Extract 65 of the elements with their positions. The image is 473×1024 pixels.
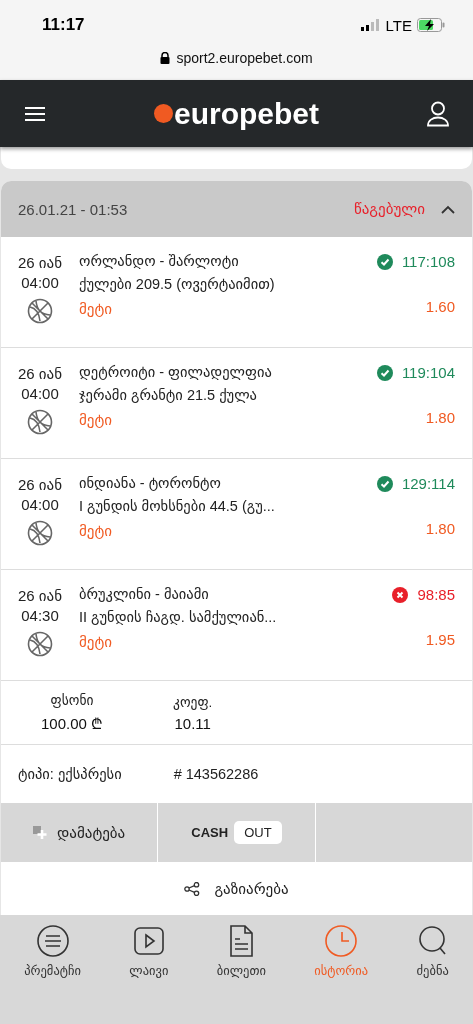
out-pill: OUT	[234, 821, 282, 844]
event-time: 04:00	[21, 495, 59, 515]
selection-odds: 1.80	[425, 409, 455, 426]
add-icon	[33, 825, 48, 840]
search-icon	[416, 925, 449, 957]
battery-icon	[417, 18, 445, 32]
event-date: 26 იან	[17, 586, 63, 606]
market-name: ჯერამი გრანტი 21.5 ქულა	[79, 387, 258, 403]
share-icon	[184, 881, 201, 896]
logo-dot	[154, 104, 173, 123]
event-time: 04:00	[21, 384, 59, 404]
lock-icon	[160, 52, 171, 64]
play-icon	[132, 925, 165, 957]
list-icon	[36, 925, 69, 957]
logo-text[interactable]: europebet	[174, 98, 319, 129]
menu-icon[interactable]	[24, 105, 46, 122]
bet-header[interactable]: 26.01.21 - 01:53 წაგებული	[1, 181, 472, 237]
basketball-icon	[27, 298, 53, 324]
nav-tab[interactable]: ძებნა	[416, 925, 449, 978]
total-odds: 10.11	[174, 714, 211, 732]
network-label: LTE	[385, 16, 412, 34]
bet-number: # 143562286	[173, 766, 259, 782]
event-date: 26 იან	[17, 253, 63, 273]
stake-label: ფსონი	[50, 692, 94, 708]
bet-status: წაგებული	[353, 200, 425, 218]
selection-odds: 1.95	[425, 631, 455, 648]
market-name: ქულები 209.5 (ოვერტაიმით)	[79, 276, 276, 292]
selection-odds: 1.60	[425, 298, 455, 315]
market-name: I გუნდის მოხსნები 44.5 (გუ...	[79, 498, 276, 514]
basketball-icon	[27, 409, 53, 435]
address-url[interactable]: sport2.europebet.com	[160, 50, 313, 66]
final-score: 119:104	[401, 364, 455, 381]
basketball-icon	[27, 520, 53, 546]
event-teams: დეტროიტი - ფილადელფია	[79, 364, 273, 380]
pick-label: მეტი	[79, 300, 114, 318]
event-teams: ბრუკლინი - მაიამი	[79, 586, 210, 602]
clock-icon	[325, 925, 358, 957]
basketball-icon	[27, 631, 53, 657]
pick-label: მეტი	[79, 411, 114, 429]
selection-odds: 1.80	[425, 520, 455, 537]
event-time: 04:00	[21, 273, 59, 293]
cashout-button[interactable]: CASH OUT	[158, 803, 315, 862]
bet-type: ტიპი: ექსპრესი	[18, 766, 122, 782]
nav-tab[interactable]: ლაივი	[129, 925, 169, 978]
event-date: 26 იან	[17, 364, 63, 384]
market-name: II გუნდის ჩაგდ. სამქულიან...	[79, 609, 278, 625]
event-date: 26 იან	[17, 475, 63, 495]
pick-label: მეტი	[79, 633, 114, 651]
event-time: 04:30	[21, 606, 59, 626]
event-teams: ორლანდო - შარლოტი	[79, 253, 240, 269]
pick-label: მეტი	[79, 522, 114, 540]
final-score: 117:108	[401, 253, 455, 270]
nav-tab[interactable]: ბილეთი	[216, 925, 266, 978]
event-teams: ინდიანა - ტორონტო	[79, 475, 222, 491]
signal-icon	[360, 19, 381, 31]
stake-value: 100.00 ₾	[41, 714, 104, 733]
odds-label: კოეფ.	[173, 693, 213, 710]
nav-tab[interactable]: პრემატჩი	[24, 925, 81, 978]
final-score: 98:85	[417, 586, 455, 603]
final-score: 129:114	[401, 475, 455, 492]
status-time: 11:17	[42, 15, 85, 35]
user-icon[interactable]	[427, 100, 449, 127]
chevron-icon[interactable]	[441, 204, 455, 214]
add-button[interactable]: დამატება	[1, 803, 158, 862]
bet-date: 26.01.21 - 01:53	[18, 200, 129, 218]
